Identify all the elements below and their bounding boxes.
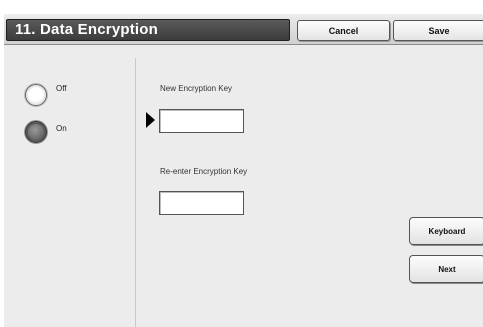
cancel-button[interactable]: Cancel bbox=[297, 20, 390, 41]
new-key-field[interactable] bbox=[159, 109, 244, 133]
panel-divider bbox=[135, 58, 136, 327]
new-key-label: New Encryption Key bbox=[160, 84, 233, 93]
keyboard-button[interactable]: Keyboard bbox=[409, 217, 483, 245]
save-button[interactable]: Save bbox=[393, 20, 483, 41]
page-title: 11. Data Encryption bbox=[6, 19, 290, 41]
focus-arrow-icon bbox=[146, 112, 155, 128]
off-radio-button[interactable] bbox=[25, 84, 47, 106]
reenter-key-label: Re-enter Encryption Key bbox=[160, 167, 248, 176]
on-radio-button[interactable] bbox=[25, 121, 47, 143]
reenter-key-field[interactable] bbox=[159, 191, 244, 215]
next-button[interactable]: Next bbox=[409, 255, 483, 283]
off-radio-label: Off bbox=[56, 84, 67, 93]
on-radio-label: On bbox=[56, 124, 67, 133]
